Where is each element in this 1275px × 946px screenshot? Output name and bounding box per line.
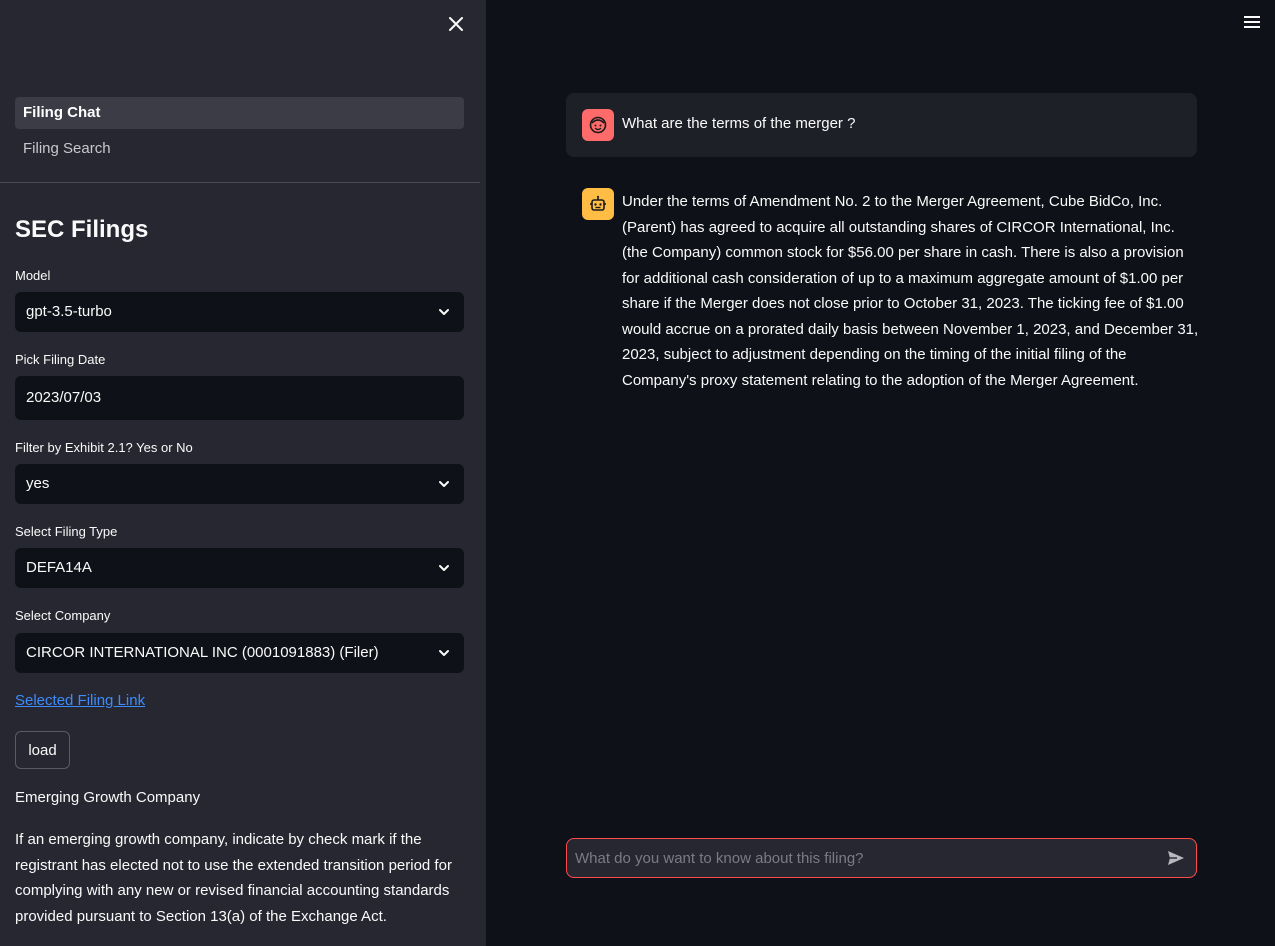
- exhibit-filter-select[interactable]: yes: [15, 464, 464, 504]
- nav-item-filing-chat[interactable]: Filing Chat: [15, 97, 464, 129]
- send-icon: [1168, 851, 1184, 865]
- user-avatar: [582, 109, 614, 141]
- company-label: Select Company: [15, 608, 111, 623]
- filing-date-label: Pick Filing Date: [15, 352, 106, 367]
- chevron-down-icon: [439, 650, 449, 656]
- model-label: Model: [15, 268, 51, 283]
- user-message: What are the terms of the merger ?: [566, 93, 1197, 157]
- bot-message-text: Under the terms of Amendment No. 2 to th…: [622, 193, 1199, 389]
- chat-input[interactable]: [575, 839, 1155, 877]
- egc-heading: Emerging Growth Company: [15, 789, 201, 806]
- nav-item-filing-search[interactable]: Filing Search: [15, 133, 464, 165]
- user-message-text: What are the terms of the merger ?: [622, 115, 856, 132]
- chevron-down-icon: [439, 309, 449, 315]
- hamburger-menu-icon: [1244, 16, 1260, 28]
- nav-divider: [0, 182, 480, 183]
- filing-date-value: 2023/07/03: [26, 389, 102, 406]
- sidebar: Filing Chat Filing Search SEC Filings Mo…: [0, 0, 486, 946]
- close-sidebar-button[interactable]: [444, 12, 468, 36]
- chat-input-container: [566, 838, 1197, 878]
- model-select-value: gpt-3.5-turbo: [26, 303, 112, 320]
- robot-icon: [590, 195, 606, 211]
- company-select-value: CIRCOR INTERNATIONAL INC (0001091883) (F…: [26, 644, 379, 661]
- sidebar-nav: Filing Chat Filing Search: [15, 97, 464, 169]
- company-select[interactable]: CIRCOR INTERNATIONAL INC (0001091883) (F…: [15, 633, 464, 673]
- bot-avatar: [582, 188, 614, 220]
- filing-type-value: DEFA14A: [26, 559, 92, 576]
- exhibit-filter-value: yes: [26, 475, 50, 492]
- chevron-down-icon: [439, 481, 449, 487]
- user-face-icon: [589, 116, 607, 134]
- chevron-down-icon: [439, 565, 449, 571]
- exhibit-filter-label: Filter by Exhibit 2.1? Yes or No: [15, 440, 193, 455]
- filing-type-label: Select Filing Type: [15, 524, 118, 539]
- filing-type-select[interactable]: DEFA14A: [15, 548, 464, 588]
- send-button[interactable]: [1166, 848, 1186, 868]
- sidebar-title: SEC Filings: [15, 216, 149, 243]
- egc-description: If an emerging growth company, indicate …: [15, 831, 452, 925]
- load-button[interactable]: load: [15, 731, 70, 769]
- filing-date-input[interactable]: 2023/07/03: [15, 376, 464, 420]
- selected-filing-link[interactable]: Selected Filing Link: [15, 692, 145, 709]
- model-select[interactable]: gpt-3.5-turbo: [15, 292, 464, 332]
- close-icon: [449, 17, 463, 31]
- main-menu-button[interactable]: [1243, 14, 1261, 30]
